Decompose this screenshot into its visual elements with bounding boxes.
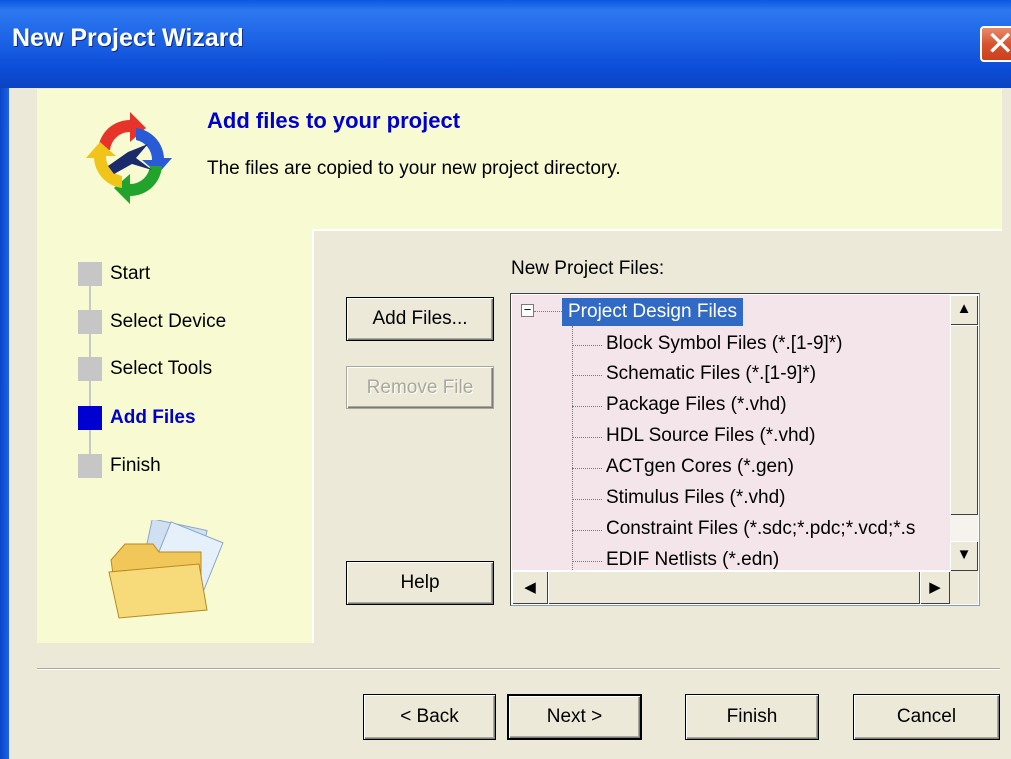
- tree-connector: [534, 311, 562, 312]
- tree-item-label: Schematic Files (*.[1-9]*): [606, 363, 817, 384]
- tree-item-label: Block Symbol Files (*.[1-9]*): [606, 333, 843, 354]
- tree-item-label: ACTgen Cores (*.gen): [606, 456, 794, 477]
- help-button[interactable]: Help: [346, 561, 494, 605]
- tree-connector: [572, 326, 573, 570]
- vertical-scroll-thumb[interactable]: [950, 325, 978, 515]
- step-marker: [78, 454, 102, 478]
- window-frame-left: [0, 88, 9, 759]
- cancel-button[interactable]: Cancel: [853, 694, 1000, 740]
- bottom-divider: [37, 668, 1000, 670]
- close-button[interactable]: ✕: [980, 25, 1011, 63]
- page-subtitle: The files are copied to your new project…: [207, 158, 621, 179]
- scroll-corner: [950, 571, 978, 604]
- close-icon: ✕: [986, 25, 1011, 63]
- scroll-left-icon[interactable]: ◀: [512, 571, 548, 604]
- step-label: Finish: [110, 455, 161, 476]
- tree-item-label: Package Files (*.vhd): [606, 394, 787, 415]
- scroll-up-icon[interactable]: ▲: [950, 295, 978, 325]
- tree-item-label: EDIF Netlists (*.edn): [606, 549, 780, 570]
- files-list-label: New Project Files:: [511, 258, 665, 279]
- wizard-logo-icon: [86, 112, 172, 204]
- step-label: Start: [110, 263, 151, 284]
- step-label: Select Device: [110, 311, 227, 332]
- add-files-button[interactable]: Add Files...: [346, 297, 494, 341]
- finish-button[interactable]: Finish: [685, 694, 819, 740]
- remove-file-button[interactable]: Remove File: [346, 366, 494, 409]
- page-heading: Add files to your project: [207, 108, 461, 133]
- scroll-right-icon[interactable]: ▶: [920, 571, 950, 604]
- tree-item-label: Stimulus Files (*.vhd): [606, 487, 786, 508]
- horizontal-scroll-thumb[interactable]: [548, 571, 920, 604]
- title-bar: New Project Wizard ✕: [0, 0, 1011, 88]
- scroll-down-icon[interactable]: ▼: [950, 541, 978, 571]
- step-marker-active: [78, 406, 102, 430]
- tree-item-label: Constraint Files (*.sdc;*.pdc;*.vcd;*.s: [606, 518, 916, 539]
- files-tree[interactable]: − Project Design Files Block Symbol File…: [512, 295, 950, 570]
- next-button[interactable]: Next >: [507, 694, 642, 740]
- collapse-icon[interactable]: −: [521, 303, 534, 317]
- back-button[interactable]: < Back: [363, 694, 496, 740]
- tree-item-label: HDL Source Files (*.vhd): [606, 425, 816, 446]
- step-marker: [78, 310, 102, 334]
- step-label: Select Tools: [110, 358, 213, 379]
- tree-root-project-design-files[interactable]: Project Design Files: [562, 298, 743, 326]
- step-marker: [78, 262, 102, 286]
- window-title: New Project Wizard: [12, 24, 244, 52]
- folder-icon: [108, 520, 224, 619]
- step-label: Add Files: [110, 407, 196, 428]
- step-marker: [78, 357, 102, 381]
